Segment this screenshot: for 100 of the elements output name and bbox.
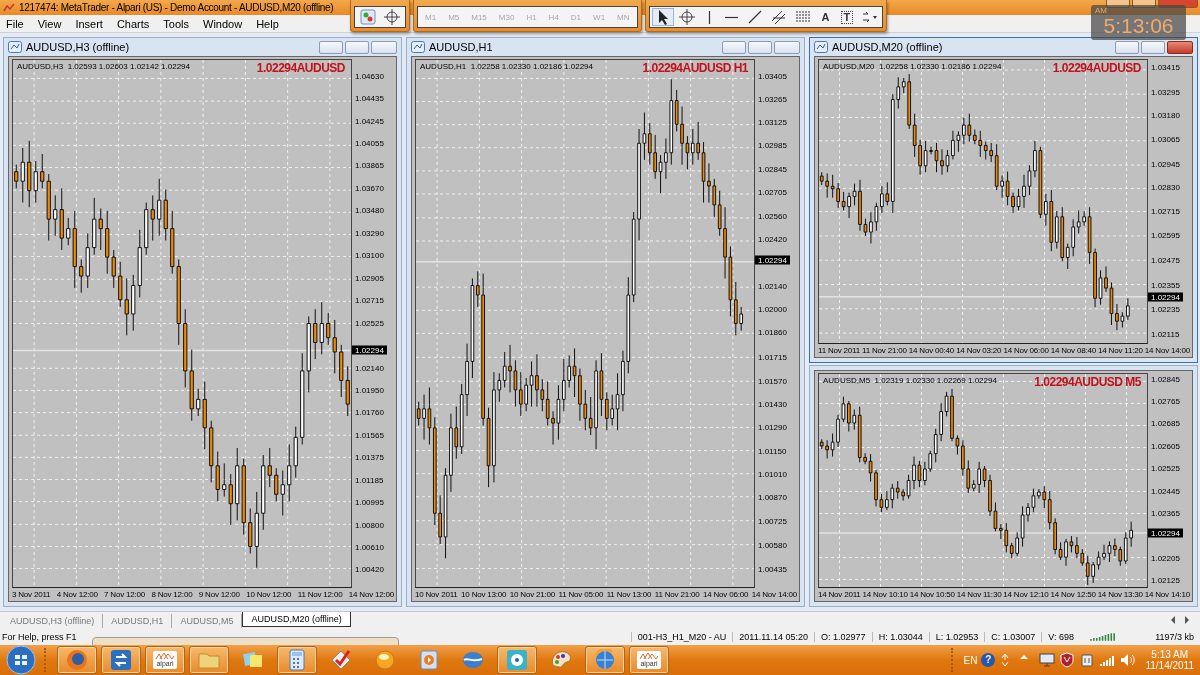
status-field: L: 1.02953 xyxy=(928,631,985,642)
price-tick: 1.03065 xyxy=(1151,134,1180,144)
price-tick: 1.03865 xyxy=(355,160,384,170)
price-tick: 1.02685 xyxy=(1151,418,1180,428)
time-tick: 11 Nov 21:00 xyxy=(654,590,700,599)
price-tick: 1.01570 xyxy=(758,376,787,386)
time-tick: 11 Nov 12:00 xyxy=(297,590,343,599)
menu-item[interactable]: Window xyxy=(197,17,251,30)
time-tick: 11 Nov 21:00 xyxy=(862,346,907,355)
price-tick: 1.04435 xyxy=(355,93,384,103)
price-label: 1.02294AUDUSD H1 xyxy=(642,61,748,75)
time-tick: 14 Nov 12:10 xyxy=(1003,590,1049,599)
price-tick: 1.00995 xyxy=(355,497,384,507)
price-tick: 1.02605 xyxy=(1151,441,1180,451)
price-tick: 1.02000 xyxy=(758,304,787,314)
chart-info: AUDUSD,H1 1.02258 1.02330 1.02186 1.02294 xyxy=(420,62,593,71)
time-tick: 14 Nov 03:20 xyxy=(956,346,1002,355)
chart-tab[interactable]: AUDUSD,M20 (offline) xyxy=(242,612,351,627)
text-tool-button[interactable]: A xyxy=(815,8,836,26)
time-tick: 14 Nov 12:00 xyxy=(348,590,394,599)
taskbar-date: 11/14/2011 xyxy=(1145,660,1194,671)
price-tick: 1.00420 xyxy=(355,564,384,574)
menu-item[interactable]: Insert xyxy=(69,17,111,30)
price-tick: 1.02140 xyxy=(355,363,384,373)
time-tick: 11 Nov 2011 xyxy=(818,346,860,355)
status-traffic: 1197/3 kb xyxy=(1154,631,1195,642)
clock-meridiem: AM xyxy=(1095,6,1107,15)
price-tick: 1.02475 xyxy=(1151,255,1180,265)
price-tick: 1.03125 xyxy=(758,117,787,127)
status-field: C: 1.03007 xyxy=(984,631,1042,642)
menu-item[interactable]: Tools xyxy=(157,17,197,30)
price-tick: 1.01760 xyxy=(355,407,384,417)
time-tick: 14 Nov 14:00 xyxy=(1144,346,1190,355)
status-field: O: 1.02977 xyxy=(814,631,872,642)
time-tick: 14 Nov 10:50 xyxy=(909,590,955,599)
chart-window-title: AUDUSD,M20 (offline) xyxy=(832,41,944,53)
price-label: 1.02294AUDUSD xyxy=(1052,61,1141,75)
menu-item[interactable]: File xyxy=(0,17,32,30)
time-tick: 10 Nov 2011 xyxy=(415,590,458,599)
time-tick: 14 Nov 10:10 xyxy=(862,590,908,599)
price-tick: 1.02595 xyxy=(1151,230,1180,240)
time-tick: 14 Nov 00:40 xyxy=(908,346,954,355)
time-tick: 14 Nov 11:20 xyxy=(1098,346,1143,355)
price-tick: 1.02845 xyxy=(758,164,787,174)
price-tick: 1.02525 xyxy=(355,318,384,327)
price-tick: 1.02715 xyxy=(355,295,384,305)
time-tick: 14 Nov 2011 xyxy=(818,590,861,599)
price-tick: 1.01860 xyxy=(758,327,787,337)
chart-info: AUDUSD,M20 1.02258 1.02330 1.02186 1.02294 xyxy=(823,62,1002,71)
price-tick: 1.01185 xyxy=(355,475,384,485)
help-icon[interactable]: ? xyxy=(981,653,996,667)
taskbar-time: 5:13 AM xyxy=(1151,649,1189,660)
time-tick: 14 Nov 14:00 xyxy=(751,590,797,599)
chart-window-title: AUDUSD,H3 (offline) xyxy=(26,41,131,53)
price-tick: 1.03290 xyxy=(355,228,384,238)
time-tick: 4 Nov 12:00 xyxy=(56,590,98,599)
time-tick: 14 Nov 06:00 xyxy=(703,590,749,599)
price-tick: 1.02905 xyxy=(355,273,384,283)
menu-item[interactable]: Charts xyxy=(110,17,158,30)
price-tick: 1.01290 xyxy=(758,422,787,432)
price-tick: 1.01375 xyxy=(355,452,384,462)
time-tick: 14 Nov 12:50 xyxy=(1050,590,1096,599)
status-help-text: For Help, press F1 xyxy=(1,631,78,642)
price-tick: 1.04630 xyxy=(355,71,384,81)
time-tick: 10 Nov 13:00 xyxy=(461,590,507,599)
price-tick: 1.02365 xyxy=(1151,508,1180,518)
price-tick: 1.02115 xyxy=(1151,329,1180,339)
price-tick: 1.00725 xyxy=(758,516,787,526)
price-label: 1.02294AUDUSD M5 xyxy=(1034,375,1141,389)
time-tick: 10 Nov 12:00 xyxy=(246,590,292,599)
price-tick: 1.03100 xyxy=(355,250,384,260)
status-field: H: 1.03044 xyxy=(871,631,929,642)
price-tick: 1.00870 xyxy=(758,492,787,502)
price-tick: 1.02985 xyxy=(758,140,787,150)
price-tick: 1.02525 xyxy=(1151,463,1180,473)
price-tick: 1.02830 xyxy=(1151,182,1180,192)
menu-item[interactable]: View xyxy=(31,17,70,30)
price-tick: 1.02445 xyxy=(1151,486,1180,496)
time-tick: 14 Nov 06:00 xyxy=(1003,346,1049,355)
time-tick: 14 Nov 14:10 xyxy=(1144,590,1190,599)
label-tool-button[interactable]: T xyxy=(840,10,854,24)
time-tick: 14 Nov 08:40 xyxy=(1050,346,1096,355)
price-tick: 1.02705 xyxy=(758,187,787,197)
time-tick: 14 Nov 13:30 xyxy=(1097,590,1143,599)
status-field: 001-H3_H1_M20 - AU xyxy=(630,631,733,642)
price-tick: 1.04245 xyxy=(355,116,384,126)
price-tick: 1.00580 xyxy=(758,540,787,550)
price-tick: 1.01950 xyxy=(355,385,384,395)
price-tick: 1.03670 xyxy=(355,183,384,193)
time-tick: 11 Nov 05:00 xyxy=(558,590,604,599)
menu-item[interactable]: Help xyxy=(250,17,287,30)
window-title: 1217474: MetaTrader - Alpari (US) - Demo Account - AUDUSD,M20 (offline) xyxy=(19,2,334,13)
time-tick: 8 Nov 12:00 xyxy=(151,590,193,599)
price-tick: 1.02205 xyxy=(1151,553,1180,563)
status-field: V: 698 xyxy=(1041,631,1080,642)
price-tick: 1.01715 xyxy=(758,352,787,362)
time-tick: 3 Nov 2011 xyxy=(12,590,51,599)
price-tick: 1.01430 xyxy=(758,399,787,409)
price-tick: 1.01010 xyxy=(758,469,787,479)
current-price-label: 1.02294 xyxy=(352,345,387,355)
